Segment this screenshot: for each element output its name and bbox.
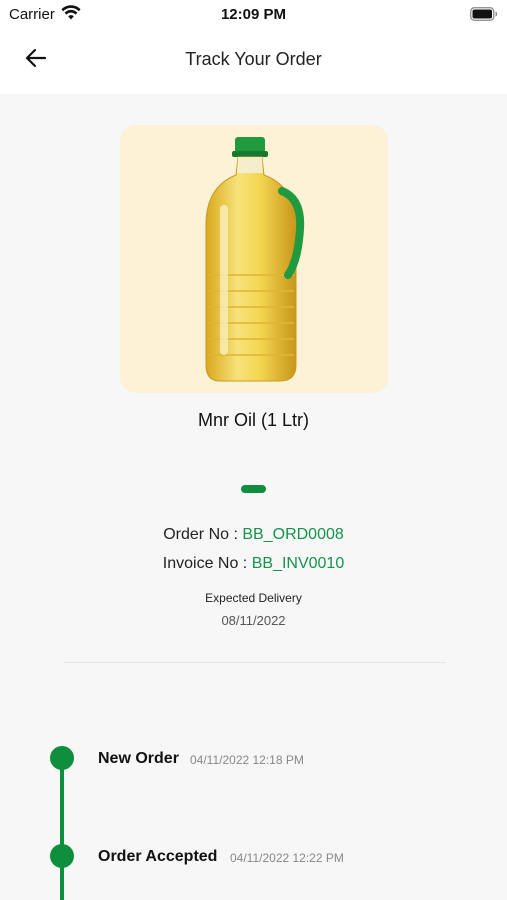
invoice-number-label: Invoice No : — [162, 555, 248, 572]
page-indicator — [241, 485, 266, 493]
status-time: 12:09 PM — [220, 6, 287, 23]
order-number-value: BB_ORD0008 — [242, 526, 344, 543]
battery-icon — [470, 7, 498, 26]
product-image-card — [120, 125, 388, 393]
order-number-row: Order No : BB_ORD0008 — [0, 526, 507, 544]
app-header: Track Your Order — [0, 30, 507, 94]
order-number-label: Order No : — [163, 526, 238, 543]
timeline-step-title: Order Accepted — [98, 848, 218, 865]
timeline-dot — [50, 844, 74, 868]
timeline-dot — [50, 746, 74, 770]
divider — [64, 662, 446, 663]
timeline-step-date: 04/11/2022 12:18 PM — [190, 753, 304, 767]
timeline-line — [60, 758, 64, 900]
expected-delivery-label: Expected Delivery — [205, 591, 302, 605]
timeline-step-title: New Order — [98, 750, 179, 767]
page-title: Track Your Order — [185, 49, 322, 69]
invoice-number-value: BB_INV0010 — [251, 555, 345, 572]
status-bar: Carrier 12:09 PM — [0, 0, 507, 30]
timeline-step-date: 04/11/2022 12:22 PM — [230, 851, 344, 865]
expected-delivery-date: 08/11/2022 — [221, 613, 286, 628]
oil-bottle-image — [205, 137, 305, 382]
product-name: Mnr Oil (1 Ltr) — [197, 410, 309, 430]
invoice-number-row: Invoice No : BB_INV0010 — [0, 555, 507, 573]
